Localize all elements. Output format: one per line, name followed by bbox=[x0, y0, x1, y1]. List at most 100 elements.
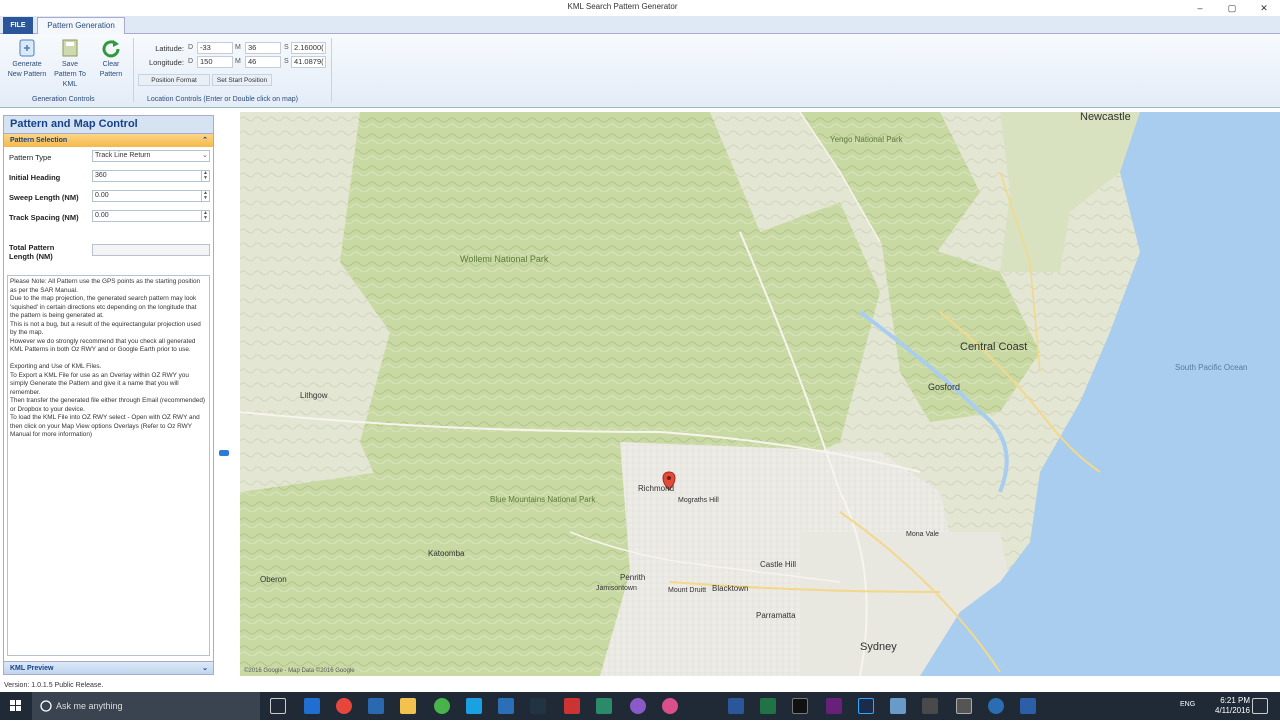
lat-s-label: S bbox=[284, 44, 289, 51]
spinner-icon[interactable]: ▲ ▼ bbox=[201, 211, 209, 221]
sweep-value: 0.00 bbox=[95, 192, 109, 199]
ribbon-tabs: FILE Pattern Generation bbox=[0, 16, 1280, 35]
window-title: KML Search Pattern Generator bbox=[567, 2, 678, 11]
label-yengo: Yengo National Park bbox=[830, 135, 904, 144]
app-icon[interactable] bbox=[890, 698, 906, 714]
app-icon[interactable] bbox=[956, 698, 972, 714]
spacing-input[interactable]: 0.00 ▲ ▼ bbox=[92, 210, 210, 222]
label-jamisontown: Jamisontown bbox=[596, 585, 637, 592]
lon-degrees-input[interactable]: 150 bbox=[197, 56, 233, 68]
lat-minutes-input[interactable]: 36 bbox=[245, 42, 281, 54]
sweep-input[interactable]: 0.00 ▲ ▼ bbox=[92, 190, 210, 202]
save-icon bbox=[60, 38, 80, 58]
panel-splitter[interactable] bbox=[216, 110, 239, 676]
spacing-value: 0.00 bbox=[95, 212, 109, 219]
visual-studio-icon[interactable] bbox=[826, 698, 842, 714]
clock-date: 4/11/2016 bbox=[1215, 706, 1250, 715]
app-icon[interactable] bbox=[988, 698, 1004, 714]
app-icon[interactable] bbox=[368, 698, 384, 714]
latitude-row: Latitude: D -33 M 36 S 2.16000( bbox=[138, 42, 328, 56]
lon-seconds-input[interactable]: 41.0879( bbox=[291, 56, 326, 68]
position-format-dropdown[interactable]: Position Format bbox=[138, 74, 210, 86]
splitter-handle-icon[interactable] bbox=[219, 450, 229, 456]
window-controls: – ▢ ✕ bbox=[1184, 0, 1280, 16]
taskbar-search[interactable]: Ask me anything bbox=[32, 692, 260, 720]
photoshop-icon[interactable] bbox=[858, 698, 874, 714]
app-icon[interactable] bbox=[596, 698, 612, 714]
label-newcastle: Newcastle bbox=[1080, 112, 1131, 123]
steam-icon[interactable] bbox=[530, 698, 546, 714]
save-label: Save Pattern To KML bbox=[54, 61, 86, 88]
pattern-type-select[interactable]: Track Line Return ⌄ bbox=[92, 150, 210, 162]
app-icon[interactable] bbox=[434, 698, 450, 714]
language-indicator[interactable]: ENG bbox=[1180, 701, 1195, 708]
spinner-icon[interactable]: ▲ ▼ bbox=[201, 171, 209, 181]
pattern-type-row: Pattern Type Track Line Return ⌄ bbox=[4, 147, 213, 167]
tab-file[interactable]: FILE bbox=[3, 17, 33, 34]
spinner-icon[interactable]: ▲ ▼ bbox=[201, 191, 209, 201]
spacing-label: Track Spacing (NM) bbox=[9, 213, 79, 222]
label-mograths-hill: Mograths Hill bbox=[678, 497, 719, 504]
close-button[interactable]: ✕ bbox=[1248, 0, 1280, 16]
clock[interactable]: 6:21 PM 4/11/2016 bbox=[1215, 696, 1250, 716]
longitude-row: Longitude: D 150 M 46 S 41.0879( bbox=[138, 56, 328, 70]
pattern-selection-header[interactable]: Pattern Selection ⌃ bbox=[4, 134, 213, 147]
clock-time: 6:21 PM bbox=[1220, 696, 1250, 705]
label-south-pacific: South Pacific Ocean bbox=[1175, 363, 1247, 372]
lat-degrees-input[interactable]: -33 bbox=[197, 42, 233, 54]
label-mount-druitt: Mount Druitt bbox=[668, 587, 706, 594]
set-start-position-button[interactable]: Set Start Position bbox=[212, 74, 272, 86]
excel-icon[interactable] bbox=[760, 698, 776, 714]
location-controls: Latitude: D -33 M 36 S 2.16000( Longitud… bbox=[138, 42, 328, 70]
longitude-label: Longitude: bbox=[148, 58, 184, 67]
tab-pattern-generation[interactable]: Pattern Generation bbox=[37, 17, 125, 35]
clear-label: Clear Pattern bbox=[99, 61, 123, 78]
chrome-icon[interactable] bbox=[336, 698, 352, 714]
label-mona-vale: Mona Vale bbox=[906, 531, 939, 538]
location-controls-label: Location Controls (Enter or Double click… bbox=[147, 96, 298, 103]
skype-icon[interactable] bbox=[466, 698, 482, 714]
minimize-button[interactable]: – bbox=[1184, 0, 1216, 16]
heading-value: 360 bbox=[95, 172, 107, 179]
generate-label: Generate New Pattern bbox=[7, 61, 47, 78]
maximize-button[interactable]: ▢ bbox=[1216, 0, 1248, 16]
file-explorer-icon[interactable] bbox=[400, 698, 416, 714]
lon-minutes-input[interactable]: 46 bbox=[245, 56, 281, 68]
kml-preview-header[interactable]: KML Preview ⌄ bbox=[4, 661, 213, 674]
itunes-icon[interactable] bbox=[662, 698, 678, 714]
label-blacktown: Blacktown bbox=[712, 584, 748, 593]
notifications-icon[interactable] bbox=[1252, 698, 1268, 714]
status-bar: Version: 1.0.1.5 Public Release. bbox=[0, 680, 1280, 692]
clear-pattern-button[interactable]: Clear Pattern bbox=[91, 38, 131, 80]
heading-input[interactable]: 360 ▲ ▼ bbox=[92, 170, 210, 182]
start-button[interactable] bbox=[0, 692, 32, 720]
generate-pattern-button[interactable]: Generate New Pattern bbox=[7, 38, 47, 80]
pattern-type-value: Track Line Return bbox=[95, 152, 151, 159]
app-icon[interactable] bbox=[922, 698, 938, 714]
kml-generator-app-icon[interactable] bbox=[1020, 698, 1036, 714]
edge-icon[interactable] bbox=[304, 698, 320, 714]
terminal-icon[interactable] bbox=[792, 698, 808, 714]
lon-s-label: S bbox=[284, 58, 289, 65]
task-view-icon[interactable] bbox=[270, 698, 286, 714]
pattern-map-panel: Pattern and Map Control Pattern Selectio… bbox=[3, 115, 214, 675]
expand-icon: ⌄ bbox=[202, 665, 208, 672]
save-kml-button[interactable]: Save Pattern To KML bbox=[50, 38, 90, 90]
label-central-coast: Central Coast bbox=[960, 341, 1027, 353]
total-length-label: Total Pattern Length (NM) bbox=[9, 243, 55, 261]
map-canvas[interactable]: Newcastle Central Coast Gosford Sydney P… bbox=[240, 112, 1280, 676]
map-view[interactable]: Newcastle Central Coast Gosford Sydney P… bbox=[240, 112, 1280, 676]
title-bar: KML Search Pattern Generator – ▢ ✕ bbox=[0, 0, 1280, 16]
label-penrith: Penrith bbox=[620, 573, 645, 582]
outlook-icon[interactable] bbox=[498, 698, 514, 714]
app-icon[interactable] bbox=[630, 698, 646, 714]
heading-row: Initial Heading 360 ▲ ▼ bbox=[4, 167, 213, 187]
label-parramatta: Parramatta bbox=[756, 611, 796, 620]
word-icon[interactable] bbox=[728, 698, 744, 714]
app-icon[interactable] bbox=[564, 698, 580, 714]
lat-m-label: M bbox=[235, 44, 241, 51]
lat-seconds-input[interactable]: 2.16000( bbox=[291, 42, 326, 54]
label-katoomba: Katoomba bbox=[428, 549, 465, 558]
label-lithgow: Lithgow bbox=[300, 391, 328, 400]
generate-icon bbox=[17, 38, 37, 58]
